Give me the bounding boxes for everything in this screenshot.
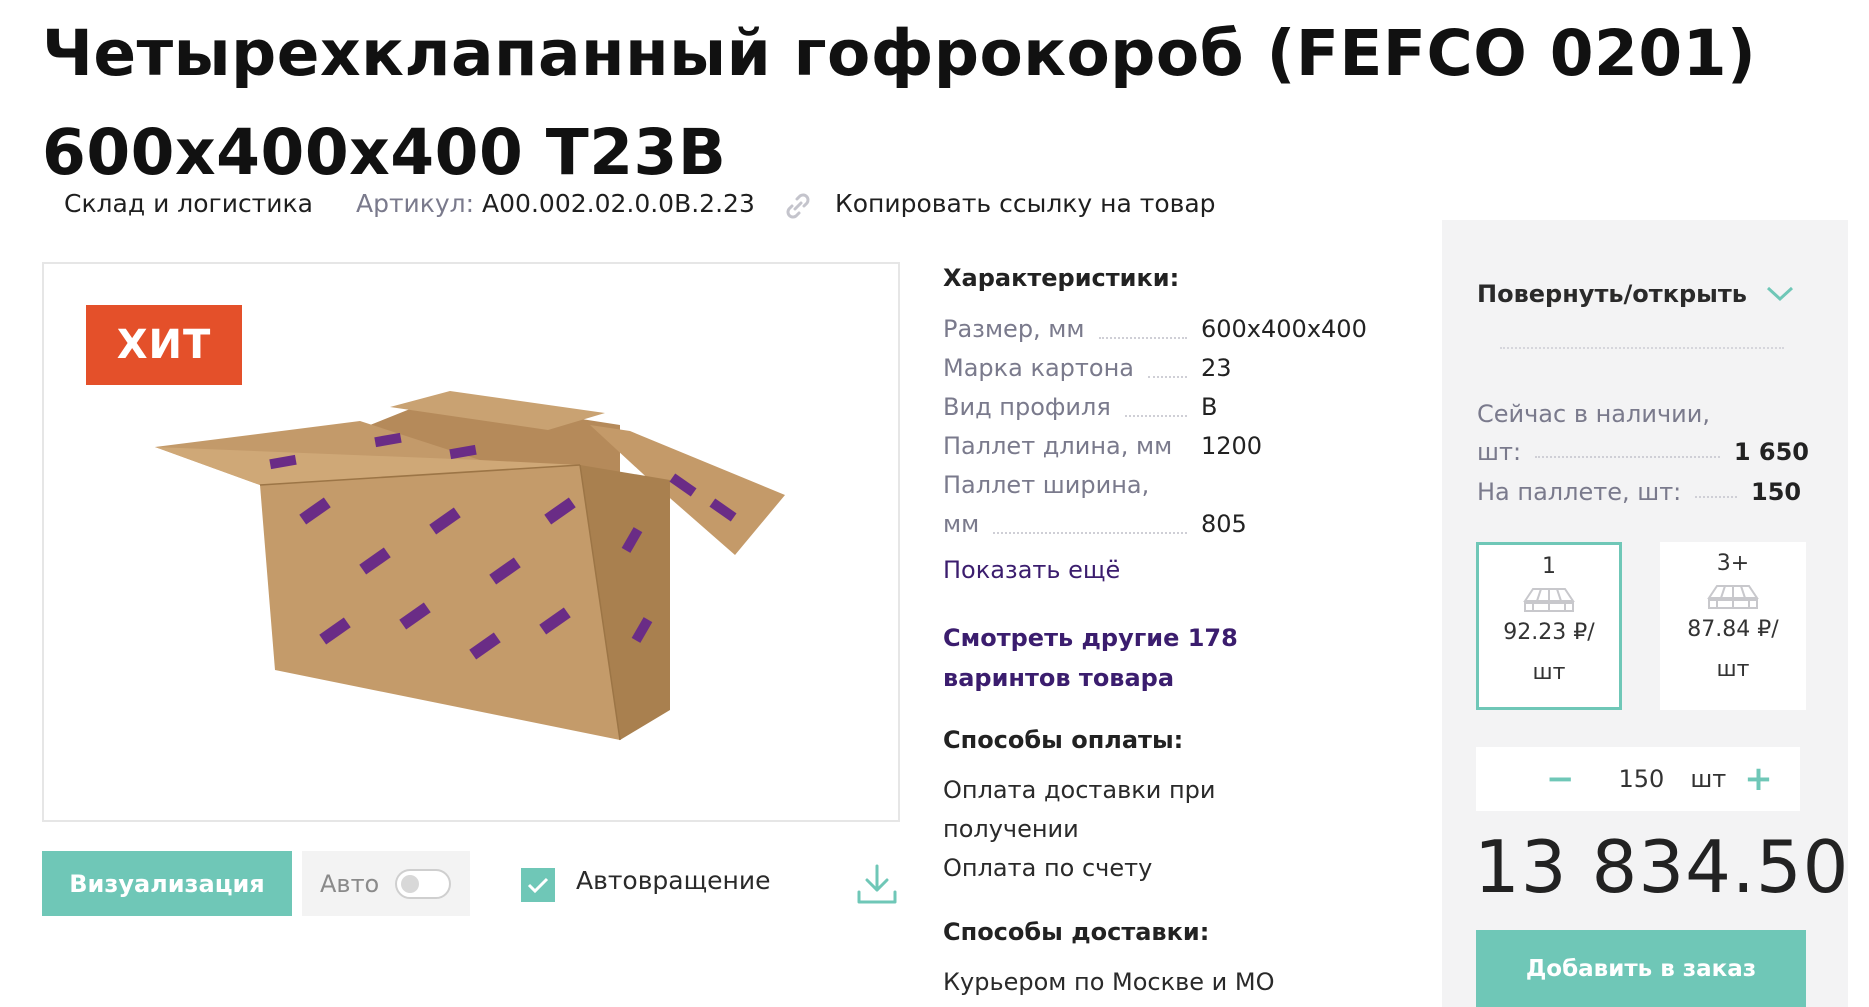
- autorotate-label[interactable]: Автовращение: [576, 866, 771, 895]
- price-tier-1[interactable]: 1 92.23 ₽/ шт: [1476, 542, 1622, 710]
- spec-row: Паллет длина, мм 1200: [943, 426, 1373, 466]
- pallet-icon: [1523, 588, 1575, 612]
- spec-row: Паллет ширина,: [943, 465, 1373, 505]
- chevron-down-icon: [1766, 286, 1793, 302]
- spec-value: 1200: [1201, 432, 1263, 460]
- spec-label: Размер, мм: [943, 315, 1085, 343]
- total-price: 13 834.50 ₽: [1474, 825, 1869, 909]
- hit-badge: ХИТ: [86, 305, 242, 385]
- auto-toggle[interactable]: [395, 868, 452, 899]
- stock-value: 1 650: [1733, 438, 1809, 466]
- box-image[interactable]: [150, 385, 790, 745]
- spec-label: Паллет ширина,: [943, 471, 1150, 499]
- pallet-icon: [1707, 585, 1759, 609]
- product-title: Четырехклапанный гофрокороб (FEFCO 0201)…: [42, 17, 1757, 189]
- decrease-button[interactable]: −: [1546, 759, 1575, 799]
- payment-method: Оплата доставки при получении: [943, 776, 1216, 843]
- payment-title: Способы оплаты:: [943, 726, 1184, 754]
- article-number: Артикул: А00.002.02.0.0B.2.23: [356, 188, 755, 220]
- stock-row: шт: 1 650: [1477, 438, 1809, 466]
- copy-link-button[interactable]: Копировать ссылку на товар: [835, 188, 1216, 220]
- spec-label: мм: [943, 510, 980, 538]
- spec-row: мм 805: [943, 504, 1373, 544]
- pallet-row: На паллете, шт: 150: [1477, 478, 1809, 506]
- spec-label: Марка картона: [943, 354, 1134, 382]
- spec-value: 23: [1201, 354, 1232, 382]
- spec-row: Вид профиля B: [943, 387, 1373, 427]
- specs-title: Характеристики:: [943, 264, 1180, 292]
- quantity-stepper: − 150 шт +: [1476, 747, 1800, 811]
- quantity-input[interactable]: 150: [1619, 765, 1665, 793]
- variants-link[interactable]: Смотреть другие 178 варинтов товара: [943, 618, 1373, 698]
- toggle-knob: [401, 874, 420, 893]
- article-label: Артикул:: [356, 189, 475, 218]
- increase-button[interactable]: +: [1744, 759, 1773, 799]
- auto-label: Авто: [320, 869, 380, 898]
- autorotate-checkbox[interactable]: [521, 868, 555, 902]
- show-more-link[interactable]: Показать ещё: [943, 556, 1120, 584]
- spec-value: 600x400x400: [1201, 315, 1367, 343]
- spec-row: Размер, мм 600x400x400: [943, 309, 1373, 349]
- download-icon[interactable]: [855, 862, 899, 906]
- tier-price: 92.23 ₽/: [1503, 620, 1595, 645]
- spec-row: Марка картона 23: [943, 348, 1373, 388]
- tier-unit: шт: [1532, 660, 1566, 685]
- divider: [1500, 347, 1784, 349]
- stock-label: Сейчас в наличии,: [1477, 400, 1710, 428]
- spec-label: Вид профиля: [943, 393, 1111, 421]
- rotate-label: Повернуть/открыть: [1477, 280, 1747, 308]
- spec-value: 805: [1201, 510, 1247, 538]
- pallet-label: На паллете, шт:: [1477, 478, 1682, 506]
- visualize-button[interactable]: Визуализация: [42, 851, 292, 916]
- payment-method: Оплата по счету: [943, 854, 1153, 882]
- rotate-toggle[interactable]: Повернуть/открыть: [1477, 280, 1795, 308]
- spec-label: Паллет длина, мм: [943, 432, 1173, 460]
- quantity-unit: шт: [1690, 765, 1727, 793]
- tier-price: 87.84 ₽/: [1687, 617, 1779, 642]
- spec-value: B: [1201, 393, 1218, 421]
- link-icon[interactable]: [782, 190, 814, 222]
- stock-label-unit: шт:: [1477, 438, 1522, 466]
- pallet-value: 150: [1751, 478, 1802, 506]
- price-tier-3plus[interactable]: 3+ 87.84 ₽/ шт: [1660, 542, 1806, 710]
- delivery-method: Курьером по Москве и МО: [943, 968, 1275, 996]
- tier-qty: 1: [1542, 554, 1556, 579]
- article-value: А00.002.02.0.0B.2.23: [482, 189, 755, 218]
- category-link[interactable]: Склад и логистика: [64, 188, 313, 220]
- auto-toggle-group: Авто: [302, 851, 470, 916]
- delivery-title: Способы доставки:: [943, 918, 1210, 946]
- tier-unit: шт: [1716, 657, 1750, 682]
- checkmark-icon: [527, 877, 549, 894]
- tier-qty: 3+: [1716, 551, 1750, 576]
- add-to-order-button[interactable]: Добавить в заказ: [1476, 930, 1806, 1007]
